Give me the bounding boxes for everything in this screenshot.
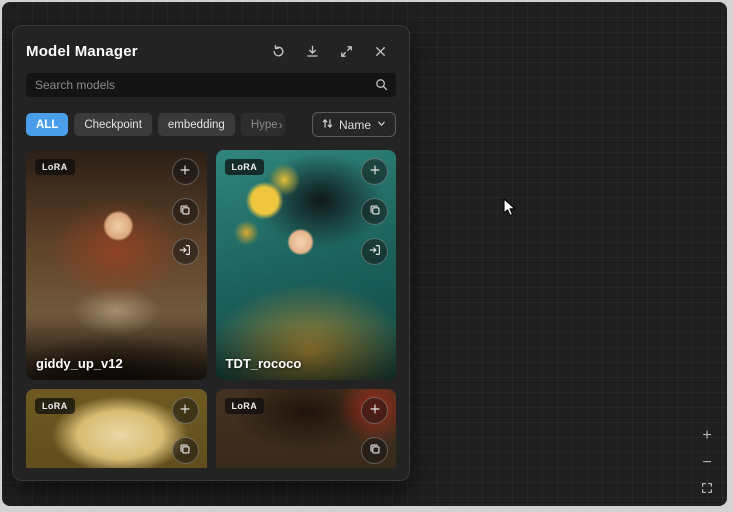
model-name: TDT_rococo bbox=[226, 356, 302, 371]
copy-model-button[interactable] bbox=[172, 437, 199, 464]
filter-tab-embedding[interactable]: embedding bbox=[158, 113, 235, 136]
download-icon bbox=[305, 44, 320, 59]
filter-tab-hypernetwork-label: Hype bbox=[251, 119, 278, 131]
zoom-out-button[interactable]: − bbox=[697, 453, 717, 473]
expand-icon bbox=[339, 44, 354, 59]
filter-row: ALL Checkpoint embedding Hype › Name bbox=[26, 112, 396, 137]
canvas-zoom-controls: + − bbox=[697, 426, 717, 500]
load-model-button[interactable] bbox=[172, 238, 199, 265]
close-button[interactable] bbox=[373, 44, 388, 59]
search-input[interactable] bbox=[26, 73, 396, 97]
copy-model-button[interactable] bbox=[361, 437, 388, 464]
copy-icon bbox=[368, 442, 382, 459]
refresh-icon bbox=[271, 44, 286, 59]
model-card-4[interactable]: LoRA bbox=[216, 389, 397, 468]
add-model-button[interactable] bbox=[172, 158, 199, 185]
add-model-button[interactable] bbox=[172, 397, 199, 424]
sort-dropdown-value: Name bbox=[339, 118, 371, 132]
page-title: Model Manager bbox=[26, 43, 138, 60]
copy-icon bbox=[368, 203, 382, 220]
copy-icon bbox=[178, 203, 192, 220]
panel-header-actions bbox=[271, 44, 396, 59]
fit-view-icon bbox=[700, 481, 714, 499]
add-model-button[interactable] bbox=[361, 158, 388, 185]
workflow-canvas[interactable]: Model Manager bbox=[2, 2, 727, 506]
model-card-tdt-rococo[interactable]: LoRA bbox=[216, 150, 397, 380]
card-actions bbox=[361, 397, 388, 464]
add-model-button[interactable] bbox=[361, 397, 388, 424]
sort-dropdown[interactable]: Name bbox=[312, 112, 396, 137]
mouse-cursor-pointer bbox=[503, 198, 517, 223]
model-type-badge: LoRA bbox=[35, 398, 75, 414]
model-manager-panel: Model Manager bbox=[12, 25, 410, 481]
plus-icon bbox=[368, 163, 382, 180]
close-icon bbox=[373, 44, 388, 59]
panel-header: Model Manager bbox=[26, 38, 396, 64]
model-name: giddy_up_v12 bbox=[36, 356, 123, 371]
download-button[interactable] bbox=[305, 44, 320, 59]
import-icon bbox=[368, 243, 382, 260]
expand-button[interactable] bbox=[339, 44, 354, 59]
model-type-badge: LoRA bbox=[225, 159, 265, 175]
model-card-3[interactable]: LoRA bbox=[26, 389, 207, 468]
search-bar bbox=[26, 73, 396, 97]
plus-icon bbox=[368, 402, 382, 419]
copy-model-button[interactable] bbox=[361, 198, 388, 225]
filter-tab-all[interactable]: ALL bbox=[26, 113, 68, 136]
model-type-badge: LoRA bbox=[225, 398, 265, 414]
copy-model-button[interactable] bbox=[172, 198, 199, 225]
model-card-grid: LoRA bbox=[26, 150, 396, 468]
refresh-button[interactable] bbox=[271, 44, 286, 59]
fit-view-button[interactable] bbox=[697, 480, 717, 500]
model-type-badge: LoRA bbox=[35, 159, 75, 175]
search-icon bbox=[374, 77, 389, 97]
zoom-in-button[interactable]: + bbox=[697, 426, 717, 446]
import-icon bbox=[178, 243, 192, 260]
filter-tab-checkpoint[interactable]: Checkpoint bbox=[74, 113, 152, 136]
sort-icon bbox=[321, 117, 334, 133]
chevron-down-icon bbox=[376, 118, 387, 132]
plus-icon bbox=[178, 163, 192, 180]
card-actions bbox=[172, 158, 199, 265]
load-model-button[interactable] bbox=[361, 238, 388, 265]
model-card-giddy-up-v12[interactable]: LoRA bbox=[26, 150, 207, 380]
plus-icon bbox=[178, 402, 192, 419]
copy-icon bbox=[178, 442, 192, 459]
card-actions bbox=[172, 397, 199, 464]
filters-overflow-chevron: › bbox=[279, 118, 283, 132]
filter-tab-hypernetwork[interactable]: Hype › bbox=[241, 113, 285, 136]
card-actions bbox=[361, 158, 388, 265]
